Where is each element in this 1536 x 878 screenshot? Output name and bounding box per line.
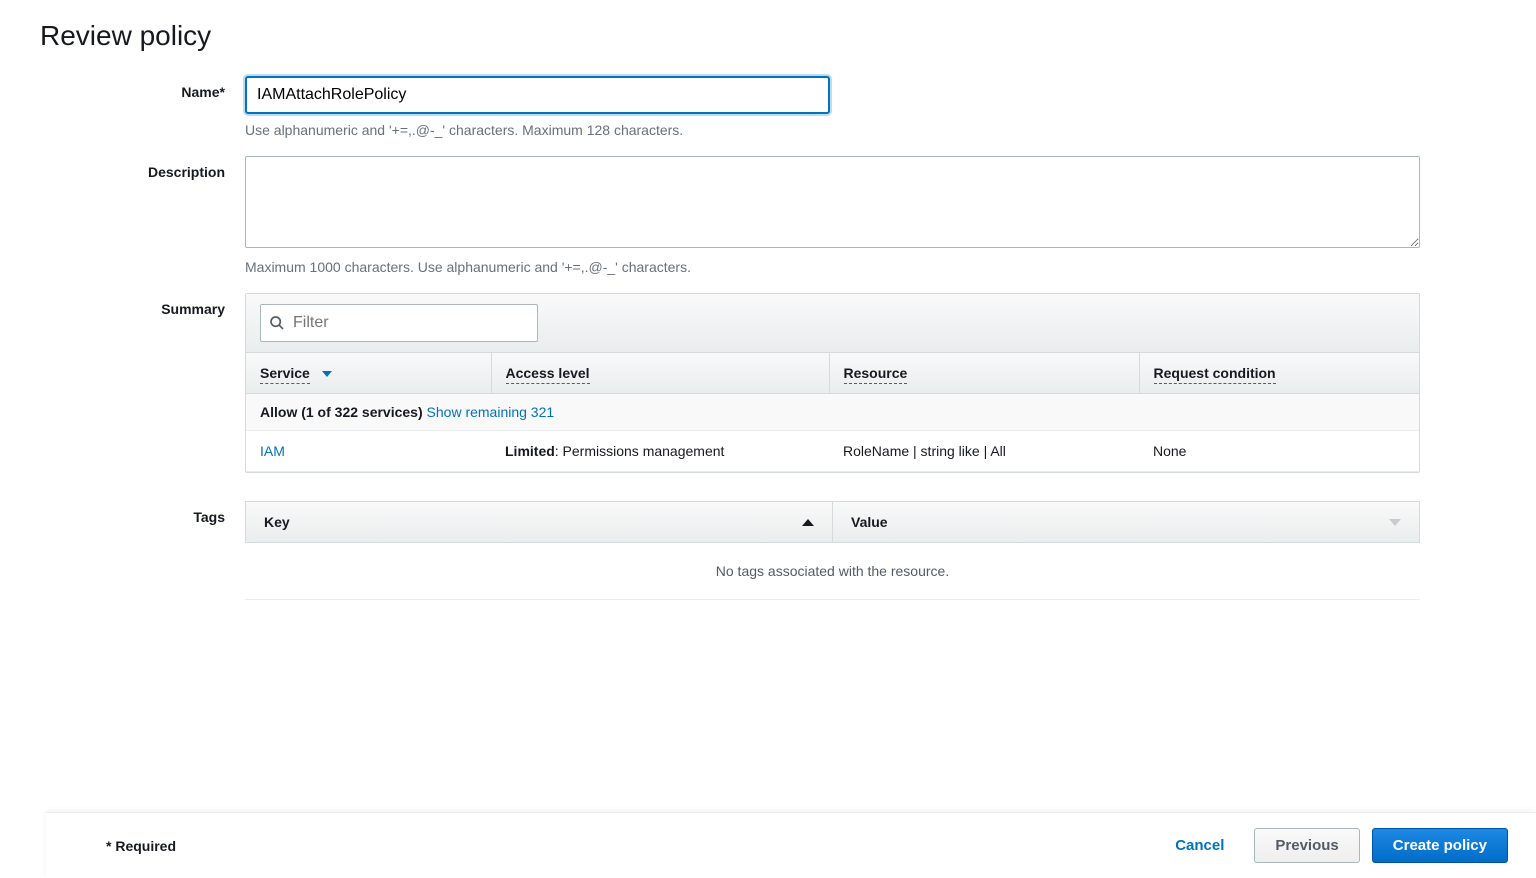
col-service-text: Service (260, 365, 310, 384)
no-tags-message: No tags associated with the resource. (245, 543, 1420, 600)
col-resource-text: Resource (844, 365, 908, 384)
name-row: Name* Use alphanumeric and '+=,.@-_' cha… (40, 76, 1496, 138)
tags-value-header[interactable]: Value (833, 502, 1419, 542)
description-textarea[interactable] (245, 156, 1420, 248)
required-note: * Required (106, 838, 176, 854)
allow-label: Allow (1 of 322 services) (260, 404, 423, 420)
description-label: Description (40, 156, 245, 180)
tags-header: Key Value (245, 501, 1420, 543)
tags-value-text: Value (851, 514, 888, 530)
col-condition-text: Request condition (1154, 365, 1276, 384)
caret-empty-icon (1389, 519, 1401, 526)
table-row: IAM Limited: Permissions management Role… (246, 431, 1419, 472)
tags-row: Tags Key Value No tags associated with t… (40, 501, 1496, 600)
footer-bar: * Required Cancel Previous Create policy (46, 812, 1536, 878)
access-limited: Limited (505, 443, 555, 459)
access-detail: : Permissions management (555, 443, 725, 459)
summary-label: Summary (40, 293, 245, 317)
col-service[interactable]: Service (246, 353, 491, 394)
condition-cell: None (1139, 431, 1419, 472)
summary-box: Service Access level Resource Request co… (245, 293, 1420, 473)
description-row: Description Maximum 1000 characters. Use… (40, 156, 1496, 275)
col-request-condition[interactable]: Request condition (1139, 353, 1419, 394)
filter-wrapper[interactable] (260, 304, 538, 342)
caret-up-icon (802, 519, 814, 526)
summary-row: Summary Service (40, 293, 1496, 473)
cancel-button[interactable]: Cancel (1157, 827, 1242, 864)
tags-key-header[interactable]: Key (246, 502, 833, 542)
page-title: Review policy (40, 20, 1496, 52)
name-input[interactable] (245, 76, 830, 114)
col-access-level[interactable]: Access level (491, 353, 829, 394)
name-hint: Use alphanumeric and '+=,.@-_' character… (245, 122, 1420, 138)
description-hint: Maximum 1000 characters. Use alphanumeri… (245, 259, 1420, 275)
tags-key-text: Key (264, 514, 290, 530)
service-link[interactable]: IAM (260, 443, 285, 459)
col-resource[interactable]: Resource (829, 353, 1139, 394)
resource-cell: RoleName | string like | All (829, 431, 1139, 472)
filter-input[interactable] (285, 308, 529, 338)
create-policy-button[interactable]: Create policy (1372, 828, 1508, 863)
previous-button[interactable]: Previous (1254, 828, 1359, 863)
col-access-text: Access level (506, 365, 590, 384)
tags-label: Tags (40, 501, 245, 525)
allow-row: Allow (1 of 322 services) Show remaining… (246, 394, 1419, 431)
show-remaining-link[interactable]: Show remaining 321 (427, 404, 555, 420)
search-icon (269, 315, 285, 331)
name-label: Name* (40, 76, 245, 100)
caret-down-icon (322, 371, 332, 377)
